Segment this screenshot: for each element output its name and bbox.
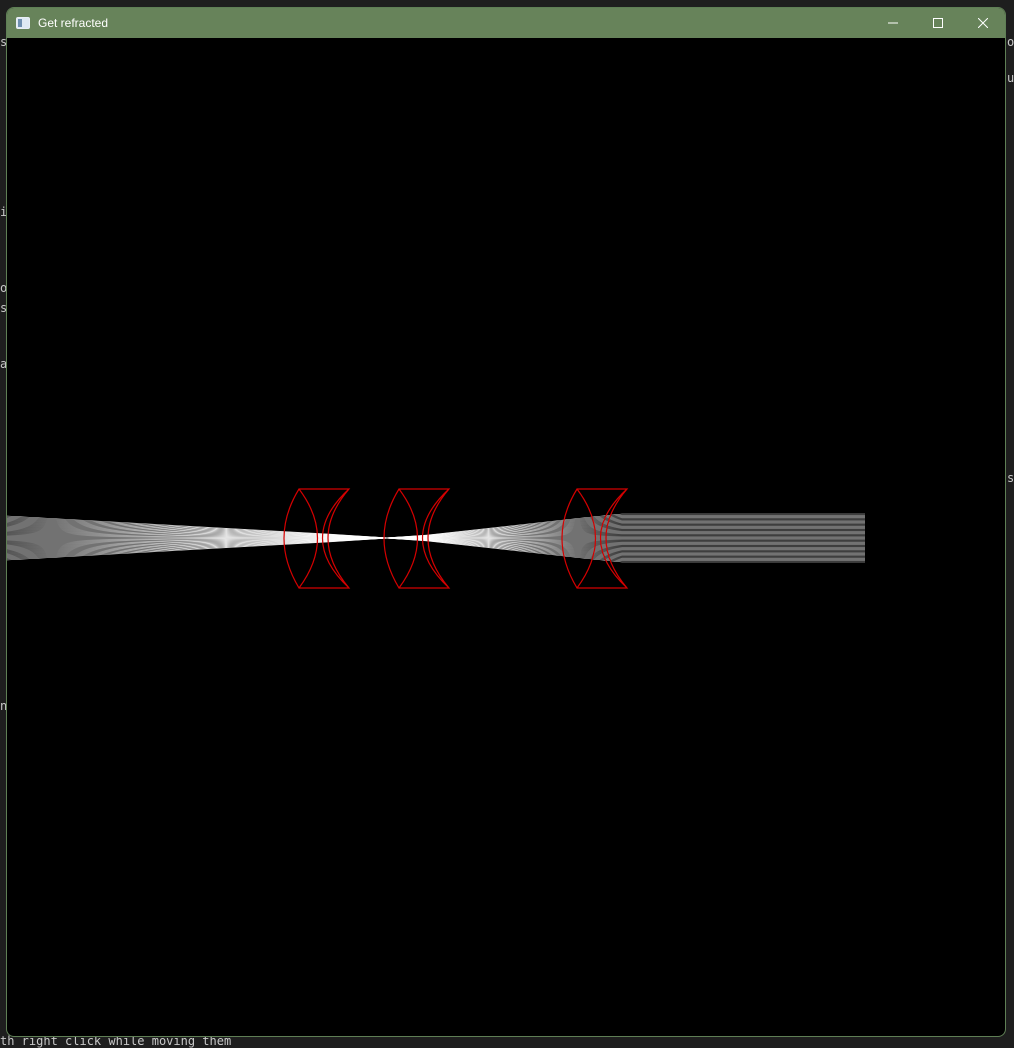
ray-segment — [7, 540, 329, 551]
bg-glyph: u — [1007, 72, 1014, 84]
bg-glyph: o — [1007, 36, 1014, 48]
ray-segment — [427, 541, 582, 557]
app-window: Get refracted — [6, 7, 1006, 1037]
ray-segment — [427, 521, 582, 535]
ray-segment — [427, 519, 582, 535]
close-icon — [978, 18, 988, 28]
minimize-icon — [888, 18, 898, 28]
window-controls — [870, 8, 1005, 38]
ray-segment — [582, 531, 622, 532]
ray-segment — [582, 532, 622, 533]
ray-segment — [582, 544, 622, 545]
ray-segment — [427, 525, 582, 536]
maximize-button[interactable] — [915, 8, 960, 38]
ray-segment — [582, 542, 622, 543]
ray-segment — [7, 525, 329, 536]
titlebar[interactable]: Get refracted — [7, 8, 1005, 38]
ray-segment — [7, 516, 329, 534]
window-title: Get refracted — [38, 16, 108, 30]
ray-segment — [427, 540, 582, 551]
close-button[interactable] — [960, 8, 1005, 38]
app-icon — [16, 17, 30, 29]
minimize-button[interactable] — [870, 8, 915, 38]
ray-segment — [427, 541, 582, 555]
ray-segment — [582, 543, 622, 544]
ray-segment — [582, 541, 622, 542]
maximize-icon — [933, 18, 943, 28]
bg-glyph: s — [1007, 472, 1014, 484]
simulation-canvas[interactable] — [7, 38, 1006, 1037]
ray-segment — [582, 534, 622, 535]
ray-segment — [7, 542, 329, 560]
ray-segment — [582, 535, 622, 536]
ray-segment — [7, 542, 329, 558]
ray-segment — [7, 518, 329, 534]
light-rays — [7, 514, 865, 562]
